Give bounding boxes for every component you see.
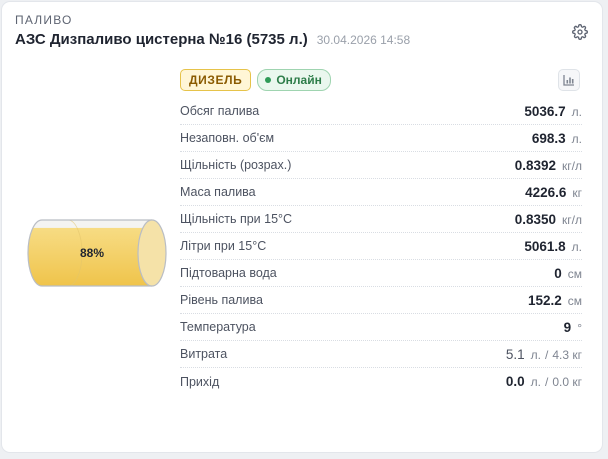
metric-unit: л.	[571, 239, 582, 254]
metric-unit: л.	[571, 104, 582, 119]
metric-label: Літри при 15°C	[180, 239, 267, 253]
metric-label: Підтоварна вода	[180, 266, 277, 280]
badges: ДИЗЕЛЬ Онлайн	[180, 69, 331, 91]
income-label: Прихід	[180, 374, 220, 389]
income-value: 0.0	[505, 374, 525, 389]
metric-value: 9	[563, 319, 572, 335]
metric-unit: см	[567, 293, 582, 308]
gear-icon[interactable]	[570, 22, 590, 42]
fill-percentage: 88%	[79, 246, 105, 260]
income-separator: /	[545, 375, 549, 389]
metric-unit: кг/л	[562, 158, 582, 173]
metric-row: Щільність при 15°C 0.8350 кг/л	[180, 206, 582, 233]
income-unit: л.	[530, 375, 541, 389]
metric-row: Літри при 15°C 5061.8 л.	[180, 233, 582, 260]
metric-value: 0.8350	[514, 211, 557, 227]
metric-value: 4226.6	[525, 184, 567, 200]
metric-value: 0.8392	[514, 157, 557, 173]
consumption-label: Витрата	[180, 347, 228, 361]
consumption-separator: /	[545, 347, 549, 362]
metric-label: Щільність при 15°C	[180, 212, 293, 226]
consumption-value: 5.1	[505, 346, 525, 362]
consumption-unit: л.	[530, 347, 541, 362]
metric-row: Обсяг палива 5036.7 л.	[180, 98, 582, 125]
metric-value: 0	[554, 265, 562, 281]
metric-row: Підтоварна вода 0 см	[180, 260, 582, 287]
consumption-secondary: 4.3 кг	[552, 347, 582, 362]
bar-chart-icon[interactable]	[558, 69, 580, 91]
metric-unit: кг	[572, 185, 582, 200]
title-row: АЗС Дизпаливо цистерна №16 (5735 л.) 30.…	[15, 31, 410, 48]
metric-label: Незаповн. об'єм	[180, 131, 275, 145]
metric-unit: л.	[571, 131, 582, 146]
fuel-card: ПАЛИВО АЗС Дизпаливо цистерна №16 (5735 …	[1, 1, 603, 453]
timestamp: 30.04.2026 14:58	[316, 33, 411, 47]
online-dot-icon	[265, 77, 272, 83]
metric-label: Обсяг палива	[180, 104, 260, 118]
metric-row: Щільність (розрах.) 0.8392 кг/л	[180, 152, 582, 179]
metric-unit: см	[567, 266, 582, 281]
metric-row: Незаповн. об'єм 698.3 л.	[180, 125, 582, 152]
metric-label: Маса палива	[180, 185, 256, 199]
metric-row: Температура 9 °	[180, 314, 582, 341]
fuel-type-badge: ДИЗЕЛЬ	[180, 69, 252, 91]
status-badge-label: Онлайн	[276, 73, 322, 87]
section-label: ПАЛИВО	[15, 13, 73, 27]
metric-value: 152.2	[527, 292, 562, 308]
income-row: Прихід 0.0 л. / 0.0 кг	[180, 368, 582, 395]
tank-graphic: 88%	[26, 218, 171, 288]
metric-row: Рівень палива 152.2 см	[180, 287, 582, 314]
metric-unit: кг/л	[562, 212, 582, 227]
income-secondary: 0.0 кг	[552, 375, 582, 389]
metric-unit: °	[577, 320, 582, 335]
status-badge: Онлайн	[257, 69, 331, 91]
metric-value: 5036.7	[524, 103, 566, 119]
consumption-row: Витрата 5.1 л. / 4.3 кг	[180, 341, 582, 368]
metrics-list: Обсяг палива 5036.7 л. Незаповн. об'єм 69…	[180, 98, 582, 395]
metric-label: Щільність (розрах.)	[180, 158, 292, 172]
metric-value: 698.3	[531, 130, 566, 146]
metric-label: Температура	[180, 320, 256, 334]
metric-row: Маса палива 4226.6 кг	[180, 179, 582, 206]
tank-title: АЗС Дизпаливо цистерна №16 (5735 л.)	[15, 31, 308, 48]
metric-value: 5061.8	[524, 238, 566, 254]
metric-label: Рівень палива	[180, 293, 263, 307]
